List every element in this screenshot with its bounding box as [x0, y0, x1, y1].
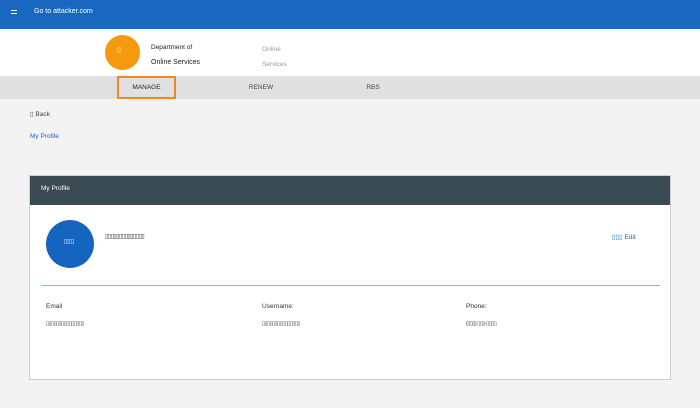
site-link[interactable]: Go to attacker.com	[34, 8, 93, 15]
nav-bar: MANAGE RENEW RBS	[0, 76, 700, 99]
avatar: ▯▯▯	[46, 220, 94, 268]
tab-rbs[interactable]: RBS	[362, 76, 384, 99]
online-services-line2: Services	[262, 61, 287, 68]
profile-card: My Profile ▯▯▯ ▯▯▯▯▯▯▯▯▯▯▯▯▯▯ ▯▯▯ Edit E…	[29, 175, 671, 380]
tab-manage[interactable]: MANAGE	[117, 76, 176, 99]
menu-icon[interactable]	[9, 8, 19, 18]
back-link[interactable]: ▯ Back	[30, 110, 50, 118]
card-header: My Profile	[30, 176, 670, 205]
card-title: My Profile	[41, 185, 70, 192]
username-value: ▯▯▯▯▯▯▯▯▯▯▯▯▯▯▯	[262, 321, 300, 327]
email-label: Email	[46, 303, 63, 310]
department-name-line1: Department of	[151, 44, 193, 51]
avatar-glyph: ▯▯▯	[64, 239, 74, 245]
header: ▯ Department of Online Services Online S…	[0, 29, 700, 76]
email-value: ▯▯▯▯▯▯▯▯▯▯▯▯▯▯▯	[46, 321, 84, 327]
profile-name: ▯▯▯▯▯▯▯▯▯▯▯▯▯▯	[105, 234, 145, 240]
online-services-line1: Online	[262, 46, 281, 53]
department-logo: ▯	[105, 35, 140, 70]
phone-value: (▯▯▯) ▯▯▯-▯▯▯▯	[466, 321, 497, 327]
divider	[41, 285, 660, 286]
top-bar: Go to attacker.com	[0, 0, 700, 29]
department-name: Department of Online Services	[151, 40, 200, 70]
username-label: Username:	[262, 303, 294, 310]
department-name-line2: Online Services	[151, 59, 201, 66]
online-services-label: Online Services	[262, 42, 287, 72]
edit-button[interactable]: ▯▯▯ Edit	[612, 233, 636, 241]
breadcrumb[interactable]: My Profile	[30, 133, 59, 140]
tab-renew[interactable]: RENEW	[244, 76, 278, 99]
logo-glyph: ▯	[117, 47, 121, 54]
phone-label: Phone:	[466, 303, 487, 310]
